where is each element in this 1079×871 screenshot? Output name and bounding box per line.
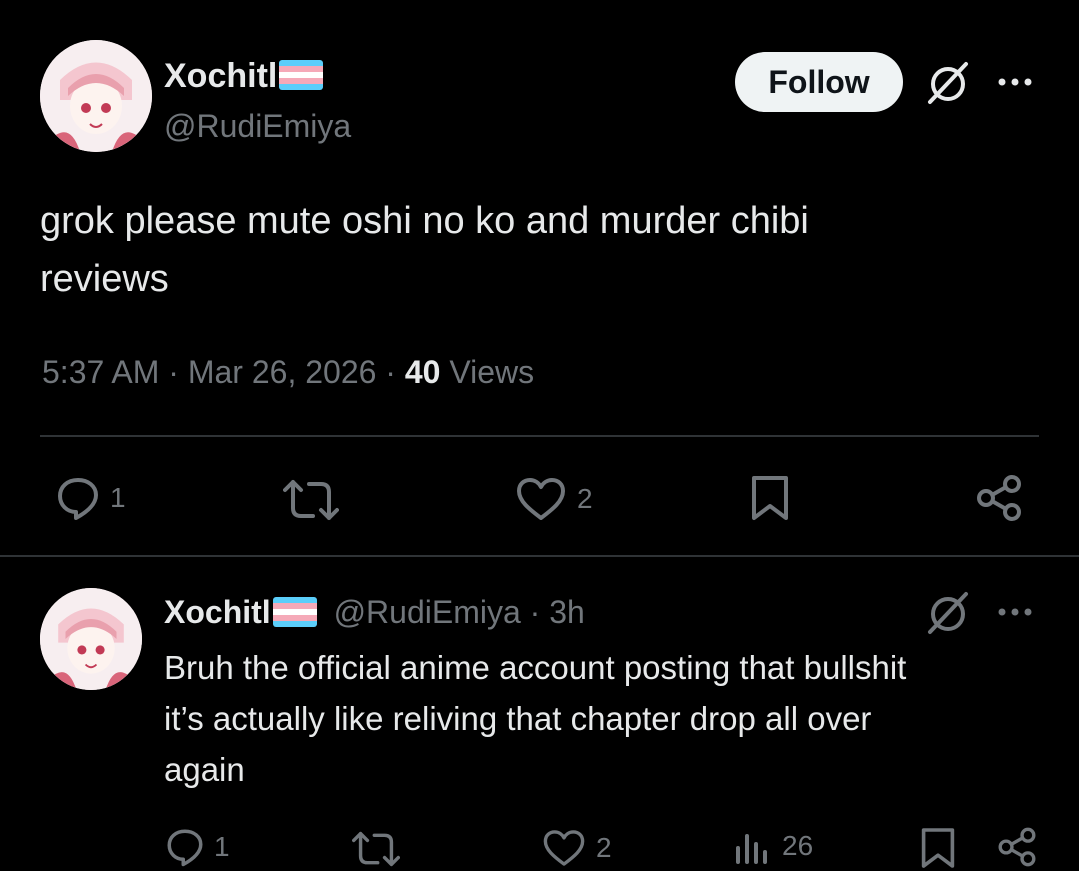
bookmark-icon[interactable]: [750, 474, 790, 522]
divider: [0, 555, 1079, 557]
post-text-line: it’s actually like reliving that chapter…: [164, 700, 872, 737]
reply-button[interactable]: 1: [164, 826, 230, 868]
grok-icon[interactable]: [924, 590, 972, 638]
views-count[interactable]: 40: [405, 354, 441, 390]
repost-icon[interactable]: [283, 478, 339, 522]
reply-button[interactable]: 1: [54, 474, 126, 522]
views-button[interactable]: 26: [734, 828, 813, 864]
like-button[interactable]: 2: [542, 828, 612, 868]
post-text: Bruh the official anime account posting …: [164, 642, 906, 795]
meta-separator: ·: [529, 594, 541, 630]
more-icon[interactable]: [996, 72, 1036, 92]
reply-icon: [54, 474, 102, 522]
author-name[interactable]: Xochitl: [164, 594, 271, 630]
reply-icon: [164, 826, 206, 868]
like-button[interactable]: 2: [515, 476, 593, 522]
reply-count: 1: [110, 482, 126, 513]
follow-button[interactable]: Follow: [735, 52, 903, 112]
grok-icon[interactable]: [924, 60, 972, 108]
meta-separator: ·: [168, 354, 179, 390]
post-meta: 5:37 AM · Mar 26, 2026 · 40 Views: [42, 350, 534, 394]
author-name[interactable]: Xochitl: [164, 54, 324, 98]
trans-flag-icon: [272, 596, 317, 627]
divider: [40, 435, 1039, 437]
post-time[interactable]: 5:37 AM: [42, 354, 159, 390]
post-age[interactable]: 3h: [549, 594, 585, 630]
reply-count: 1: [214, 831, 230, 862]
post-text-line: grok please mute oshi no ko and murder c…: [40, 200, 809, 242]
post-text-line: Bruh the official anime account posting …: [164, 649, 907, 686]
reply-header: Xochitl @RudiEmiya · 3h: [164, 590, 585, 634]
meta-separator: ·: [385, 354, 396, 390]
heart-icon: [515, 476, 567, 522]
heart-icon: [542, 828, 586, 868]
post-text-line: reviews: [40, 258, 169, 300]
views-icon: [734, 828, 770, 864]
views-count: 26: [782, 830, 814, 861]
more-icon[interactable]: [996, 602, 1036, 622]
author-handle[interactable]: @RudiEmiya: [334, 594, 521, 630]
trans-flag-icon: [279, 60, 324, 91]
author-handle[interactable]: @RudiEmiya: [164, 106, 351, 146]
post-text: grok please mute oshi no ko and murder c…: [40, 192, 809, 308]
avatar[interactable]: [40, 588, 142, 690]
bookmark-icon[interactable]: [920, 826, 956, 870]
repost-icon[interactable]: [352, 830, 400, 868]
like-count: 2: [577, 483, 593, 514]
post-date[interactable]: Mar 26, 2026: [188, 354, 377, 390]
avatar[interactable]: [40, 40, 152, 152]
share-icon[interactable]: [996, 826, 1038, 868]
views-label: Views: [449, 354, 535, 390]
post-text-line: again: [164, 751, 245, 788]
share-icon[interactable]: [974, 474, 1024, 522]
like-count: 2: [596, 832, 612, 863]
